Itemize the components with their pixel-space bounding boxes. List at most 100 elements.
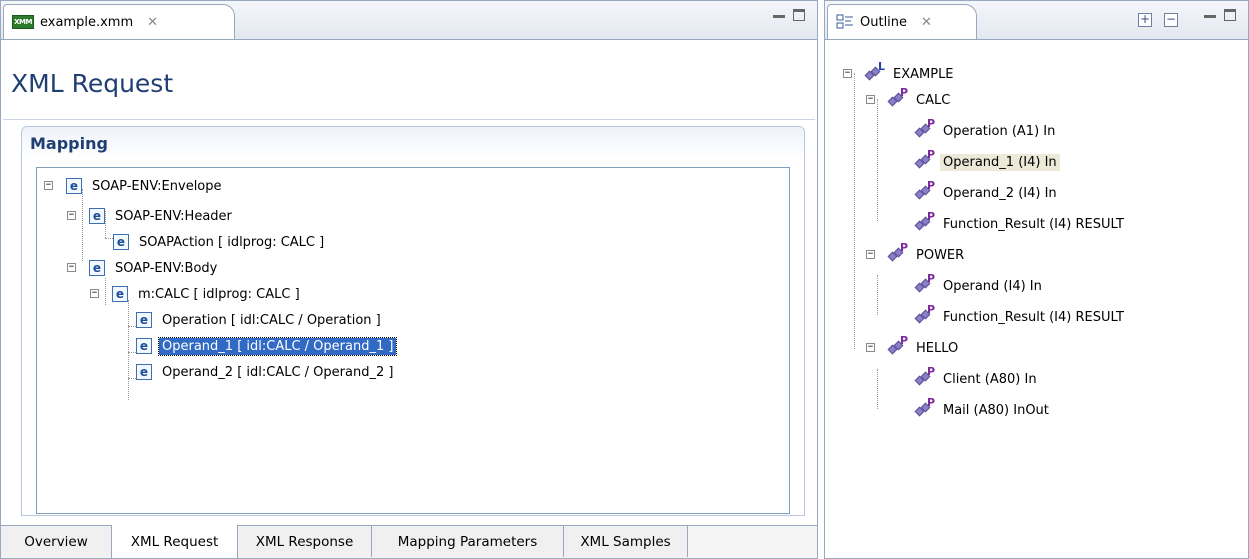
- collapse-toggle-icon[interactable]: −: [67, 263, 76, 272]
- tree-node-label: Operand_1 [ idl:CALC / Operand_1 ]: [157, 336, 398, 356]
- outline-node-label: HELLO: [916, 340, 959, 356]
- outline-node[interactable]: − P POWER: [866, 241, 967, 266]
- parameter-icon: P: [913, 210, 935, 234]
- editor-tabbar: XMM example.xmm ✕: [1, 1, 817, 40]
- program-icon: P: [886, 334, 908, 358]
- outline-tree[interactable]: − L EXAMPLE − P CALC P Operation (A1) In…: [825, 39, 1248, 558]
- section-title[interactable]: Mapping: [22, 127, 804, 159]
- title-divider: [3, 119, 815, 120]
- outline-node[interactable]: − L EXAMPLE: [843, 60, 957, 85]
- outline-node-label: Operand_1 (I4) In: [940, 153, 1060, 171]
- outline-node-label: CALC: [916, 92, 951, 108]
- tree-node-label: Operand_2 [ idl:CALC / Operand_2 ]: [162, 364, 394, 380]
- outline-node-highlighted[interactable]: P Operand_1 (I4) In: [913, 148, 1060, 173]
- collapse-toggle-icon[interactable]: −: [866, 343, 875, 352]
- tree-node[interactable]: e Operation [ idl:CALC / Operation ]: [136, 309, 384, 331]
- minimize-icon[interactable]: [773, 15, 785, 18]
- xmm-file-icon: XMM: [12, 15, 34, 29]
- outline-node-label: Operation (A1) In: [943, 123, 1056, 139]
- element-e-icon: e: [66, 178, 82, 194]
- collapse-toggle-icon[interactable]: −: [67, 211, 76, 220]
- tree-node-label: m:CALC [ idlprog: CALC ]: [138, 286, 300, 302]
- outline-node[interactable]: P Client (A80) In: [913, 365, 1040, 390]
- collapse-toggle-icon[interactable]: −: [44, 181, 53, 190]
- tree-node-selected[interactable]: e Operand_1 [ idl:CALC / Operand_1 ]: [136, 335, 398, 357]
- editor-tab[interactable]: XMM example.xmm ✕: [3, 4, 235, 39]
- tree-node-label: Operation [ idl:CALC / Operation ]: [162, 312, 381, 328]
- tree-line: [877, 99, 878, 221]
- parameter-icon: P: [913, 396, 935, 420]
- outline-node[interactable]: P Function_Result (I4) RESULT: [913, 210, 1127, 235]
- outline-tab-label: Outline: [860, 14, 908, 30]
- element-e-icon: e: [112, 286, 128, 302]
- tree-node[interactable]: e Operand_2 [ idl:CALC / Operand_2 ]: [136, 361, 396, 383]
- editor-window-controls: [773, 9, 805, 21]
- element-e-icon: e: [89, 208, 105, 224]
- tree-node[interactable]: e SOAPAction [ idlprog: CALC ]: [113, 231, 327, 253]
- tree-line: [877, 275, 878, 315]
- outline-node-label: Operand_2 (I4) In: [943, 185, 1057, 201]
- tree-node-label: SOAP-ENV:Header: [115, 208, 232, 224]
- tree-line: [854, 73, 855, 349]
- outline-icon: [836, 14, 854, 30]
- parameter-icon: P: [913, 303, 935, 327]
- collapse-toggle-icon[interactable]: −: [90, 289, 99, 298]
- element-e-icon: e: [136, 312, 152, 328]
- outline-node[interactable]: P Operand_2 (I4) In: [913, 179, 1060, 204]
- element-e-icon: e: [113, 234, 129, 250]
- outline-node[interactable]: P Mail (A80) InOut: [913, 396, 1052, 421]
- tab-mapping-parameters[interactable]: Mapping Parameters: [372, 526, 564, 557]
- tree-node[interactable]: − e SOAP-ENV:Header: [67, 205, 235, 227]
- outline-tabbar: Outline ✕ + −: [825, 1, 1248, 40]
- parameter-icon: P: [913, 117, 935, 141]
- outline-node-label: Client (A80) In: [943, 371, 1037, 387]
- outline-window-controls: [1204, 9, 1236, 21]
- tree-node[interactable]: − e m:CALC [ idlprog: CALC ]: [90, 283, 303, 305]
- mapping-tree[interactable]: − e SOAP-ENV:Envelope − e SOAP-ENV:Heade…: [36, 167, 790, 514]
- outline-pane: Outline ✕ + − − L EXAMPLE − P CALC P Ope…: [824, 0, 1249, 559]
- collapse-toggle-icon[interactable]: −: [843, 69, 852, 78]
- outline-node[interactable]: − P CALC: [866, 86, 953, 111]
- tab-overview[interactable]: Overview: [1, 526, 112, 557]
- collapse-toggle-icon[interactable]: −: [866, 95, 875, 104]
- maximize-icon[interactable]: [1224, 9, 1236, 21]
- program-icon: P: [886, 241, 908, 265]
- close-icon[interactable]: ✕: [147, 15, 158, 30]
- close-icon[interactable]: ✕: [921, 15, 932, 30]
- tab-xml-request[interactable]: XML Request: [111, 525, 238, 558]
- expand-all-icon[interactable]: +: [1138, 13, 1152, 27]
- outline-node-label: Function_Result (I4) RESULT: [943, 309, 1124, 325]
- outline-node[interactable]: P Operand (I4) In: [913, 272, 1045, 297]
- tree-node-label: SOAPAction [ idlprog: CALC ]: [139, 234, 325, 250]
- collapse-toggle-icon[interactable]: −: [866, 250, 875, 259]
- editor-tab-label: example.xmm: [40, 14, 134, 30]
- parameter-icon: P: [913, 272, 935, 296]
- outline-tab[interactable]: Outline ✕: [827, 4, 977, 39]
- outline-node[interactable]: P Function_Result (I4) RESULT: [913, 303, 1127, 328]
- tree-node-label: SOAP-ENV:Body: [115, 260, 218, 276]
- editor-page-tabs: Overview XML Request XML Response Mappin…: [1, 525, 817, 558]
- editor-pane: XMM example.xmm ✕ XML Request Mapping − …: [0, 0, 818, 559]
- element-e-icon: e: [89, 260, 105, 276]
- tab-xml-response[interactable]: XML Response: [238, 526, 372, 557]
- tree-node-label: SOAP-ENV:Envelope: [92, 178, 222, 194]
- outline-node-label: EXAMPLE: [893, 66, 954, 82]
- maximize-icon[interactable]: [793, 9, 805, 21]
- parameter-icon: P: [913, 148, 935, 172]
- element-e-icon: e: [136, 338, 152, 354]
- outline-node[interactable]: P Operation (A1) In: [913, 117, 1058, 142]
- tree-node[interactable]: − e SOAP-ENV:Envelope: [44, 175, 225, 197]
- element-e-icon: e: [136, 364, 152, 380]
- tree-node[interactable]: − e SOAP-ENV:Body: [67, 257, 220, 279]
- parameter-icon: P: [913, 179, 935, 203]
- outline-node-label: Operand (I4) In: [943, 278, 1042, 294]
- mapping-section: Mapping − e SOAP-ENV:Envelope − e SOAP-E…: [21, 126, 805, 516]
- parameter-icon: P: [913, 365, 935, 389]
- collapse-all-icon[interactable]: −: [1164, 13, 1178, 27]
- tree-line: [877, 369, 878, 409]
- outline-node[interactable]: − P HELLO: [866, 334, 961, 359]
- tree-line: [128, 300, 129, 400]
- library-icon: L: [863, 60, 885, 84]
- minimize-icon[interactable]: [1204, 15, 1216, 18]
- tab-xml-samples[interactable]: XML Samples: [564, 526, 688, 557]
